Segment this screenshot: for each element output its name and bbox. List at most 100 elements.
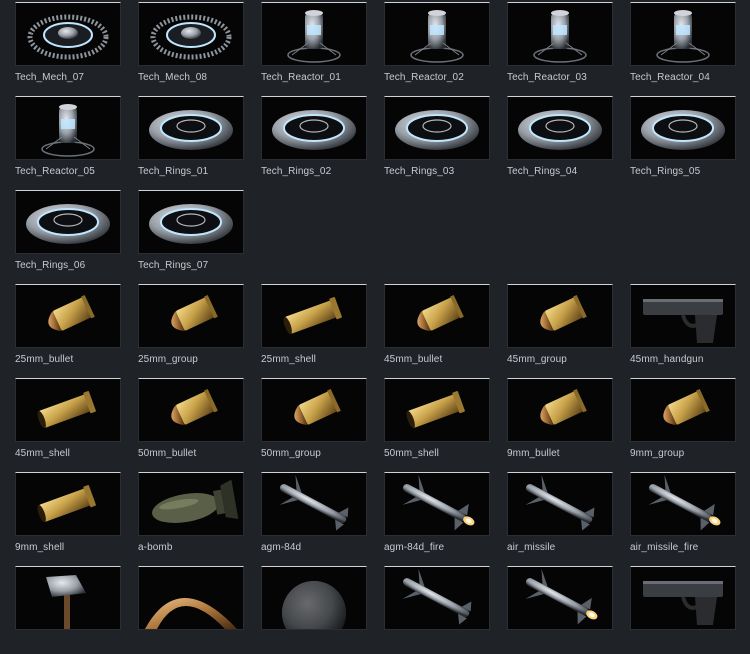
- bullet-icon: [294, 388, 341, 426]
- asset-tile[interactable]: Tech_Mech_08: [123, 2, 244, 90]
- asset-tile[interactable]: [615, 566, 736, 654]
- asset-thumbnail[interactable]: [261, 284, 367, 348]
- asset-thumbnail[interactable]: [507, 2, 613, 66]
- asset-thumbnail[interactable]: [384, 566, 490, 630]
- asset-thumbnail[interactable]: [15, 190, 121, 254]
- asset-label: Tech_Reactor_05: [15, 166, 95, 177]
- asset-thumbnail[interactable]: [384, 96, 490, 160]
- asset-tile[interactable]: 25mm_shell: [246, 284, 367, 372]
- asset-tile[interactable]: air_missile_fire: [615, 472, 736, 560]
- asset-tile[interactable]: Tech_Reactor_02: [369, 2, 490, 90]
- asset-tile[interactable]: 45mm_shell: [0, 378, 121, 466]
- asset-tile[interactable]: air_missile: [492, 472, 613, 560]
- asset-tile[interactable]: [492, 566, 613, 654]
- bullet-icon: [540, 294, 587, 332]
- asset-tile[interactable]: agm-84d: [246, 472, 367, 560]
- asset-label: 9mm_bullet: [507, 448, 560, 459]
- asset-tile[interactable]: Tech_Rings_07: [123, 190, 244, 278]
- asset-tile[interactable]: 25mm_group: [123, 284, 244, 372]
- shell-icon: [37, 485, 96, 523]
- asset-thumbnail[interactable]: [384, 2, 490, 66]
- asset-thumbnail[interactable]: [138, 96, 244, 160]
- asset-tile[interactable]: Tech_Rings_04: [492, 96, 613, 184]
- asset-thumbnail[interactable]: [138, 2, 244, 66]
- asset-tile[interactable]: 9mm_shell: [0, 472, 121, 560]
- asset-tile[interactable]: 45mm_bullet: [369, 284, 490, 372]
- asset-label: Tech_Rings_02: [261, 166, 332, 177]
- asset-tile[interactable]: Tech_Reactor_01: [246, 2, 367, 90]
- asset-label: Tech_Rings_07: [138, 260, 209, 271]
- asset-thumbnail[interactable]: [630, 284, 736, 348]
- bullet-icon: [540, 388, 587, 426]
- asset-label: 45mm_handgun: [630, 354, 704, 365]
- bullet-icon: [417, 294, 464, 332]
- asset-tile[interactable]: Tech_Mech_07: [0, 2, 121, 90]
- asset-thumbnail[interactable]: [15, 378, 121, 442]
- asset-tile[interactable]: Tech_Rings_02: [246, 96, 367, 184]
- asset-label: agm-84d: [261, 542, 302, 553]
- asset-thumbnail[interactable]: [384, 284, 490, 348]
- asset-tile[interactable]: 50mm_group: [246, 378, 367, 466]
- asset-label: air_missile_fire: [630, 542, 699, 553]
- asset-tile[interactable]: [123, 566, 244, 654]
- asset-tile[interactable]: 50mm_shell: [369, 378, 490, 466]
- asset-tile[interactable]: Tech_Rings_05: [615, 96, 736, 184]
- asset-thumbnail[interactable]: [507, 472, 613, 536]
- asset-thumbnail[interactable]: [138, 472, 244, 536]
- asset-tile[interactable]: [246, 566, 367, 654]
- bomb-icon: [152, 479, 239, 523]
- asset-thumbnail[interactable]: [630, 566, 736, 630]
- asset-tile[interactable]: 45mm_group: [492, 284, 613, 372]
- asset-tile[interactable]: 45mm_handgun: [615, 284, 736, 372]
- asset-thumbnail[interactable]: [507, 96, 613, 160]
- asset-thumbnail[interactable]: [261, 566, 367, 630]
- asset-grid: Tech_Mech_07 Tech_Mech_08 Tech_Reactor_0…: [0, 0, 750, 630]
- asset-thumbnail[interactable]: [384, 472, 490, 536]
- asset-tile[interactable]: Tech_Reactor_05: [0, 96, 121, 184]
- asset-tile[interactable]: a-bomb: [123, 472, 244, 560]
- asset-thumbnail[interactable]: [261, 472, 367, 536]
- asset-thumbnail[interactable]: [15, 2, 121, 66]
- asset-thumbnail[interactable]: [630, 96, 736, 160]
- asset-tile[interactable]: Tech_Rings_01: [123, 96, 244, 184]
- asset-label: Tech_Reactor_01: [261, 72, 341, 83]
- asset-thumbnail[interactable]: [15, 472, 121, 536]
- asset-thumbnail[interactable]: [630, 2, 736, 66]
- asset-tile[interactable]: Tech_Reactor_03: [492, 2, 613, 90]
- asset-thumbnail[interactable]: [507, 378, 613, 442]
- asset-thumbnail[interactable]: [138, 284, 244, 348]
- asset-thumbnail[interactable]: [384, 378, 490, 442]
- asset-tile[interactable]: agm-84d_fire: [369, 472, 490, 560]
- asset-thumbnail[interactable]: [138, 190, 244, 254]
- asset-thumbnail[interactable]: [261, 378, 367, 442]
- asset-thumbnail[interactable]: [15, 96, 121, 160]
- asset-tile[interactable]: 50mm_bullet: [123, 378, 244, 466]
- asset-thumbnail[interactable]: [15, 284, 121, 348]
- axe-icon: [46, 575, 86, 629]
- asset-tile[interactable]: [0, 566, 121, 654]
- asset-label: 45mm_shell: [15, 448, 70, 459]
- asset-thumbnail[interactable]: [261, 2, 367, 66]
- tech-rings-icon: [149, 204, 233, 244]
- asset-tile[interactable]: Tech_Rings_03: [369, 96, 490, 184]
- asset-tile[interactable]: 9mm_bullet: [492, 378, 613, 466]
- asset-thumbnail[interactable]: [630, 378, 736, 442]
- asset-thumbnail[interactable]: [507, 566, 613, 630]
- asset-tile[interactable]: Tech_Reactor_04: [615, 2, 736, 90]
- asset-thumbnail[interactable]: [261, 96, 367, 160]
- asset-thumbnail[interactable]: [138, 566, 244, 630]
- asset-thumbnail[interactable]: [15, 566, 121, 630]
- tech-rings-icon: [395, 110, 479, 150]
- boomerang-icon: [145, 598, 237, 629]
- asset-tile[interactable]: Tech_Rings_06: [0, 190, 121, 278]
- asset-thumbnail[interactable]: [138, 378, 244, 442]
- asset-tile[interactable]: [369, 566, 490, 654]
- asset-tile[interactable]: 25mm_bullet: [0, 284, 121, 372]
- asset-thumbnail[interactable]: [630, 472, 736, 536]
- asset-tile[interactable]: 9mm_group: [615, 378, 736, 466]
- asset-label: a-bomb: [138, 542, 173, 553]
- missile-icon: [525, 474, 595, 531]
- bullet-icon: [663, 388, 710, 426]
- asset-thumbnail[interactable]: [507, 284, 613, 348]
- asset-label: Tech_Mech_08: [138, 72, 208, 83]
